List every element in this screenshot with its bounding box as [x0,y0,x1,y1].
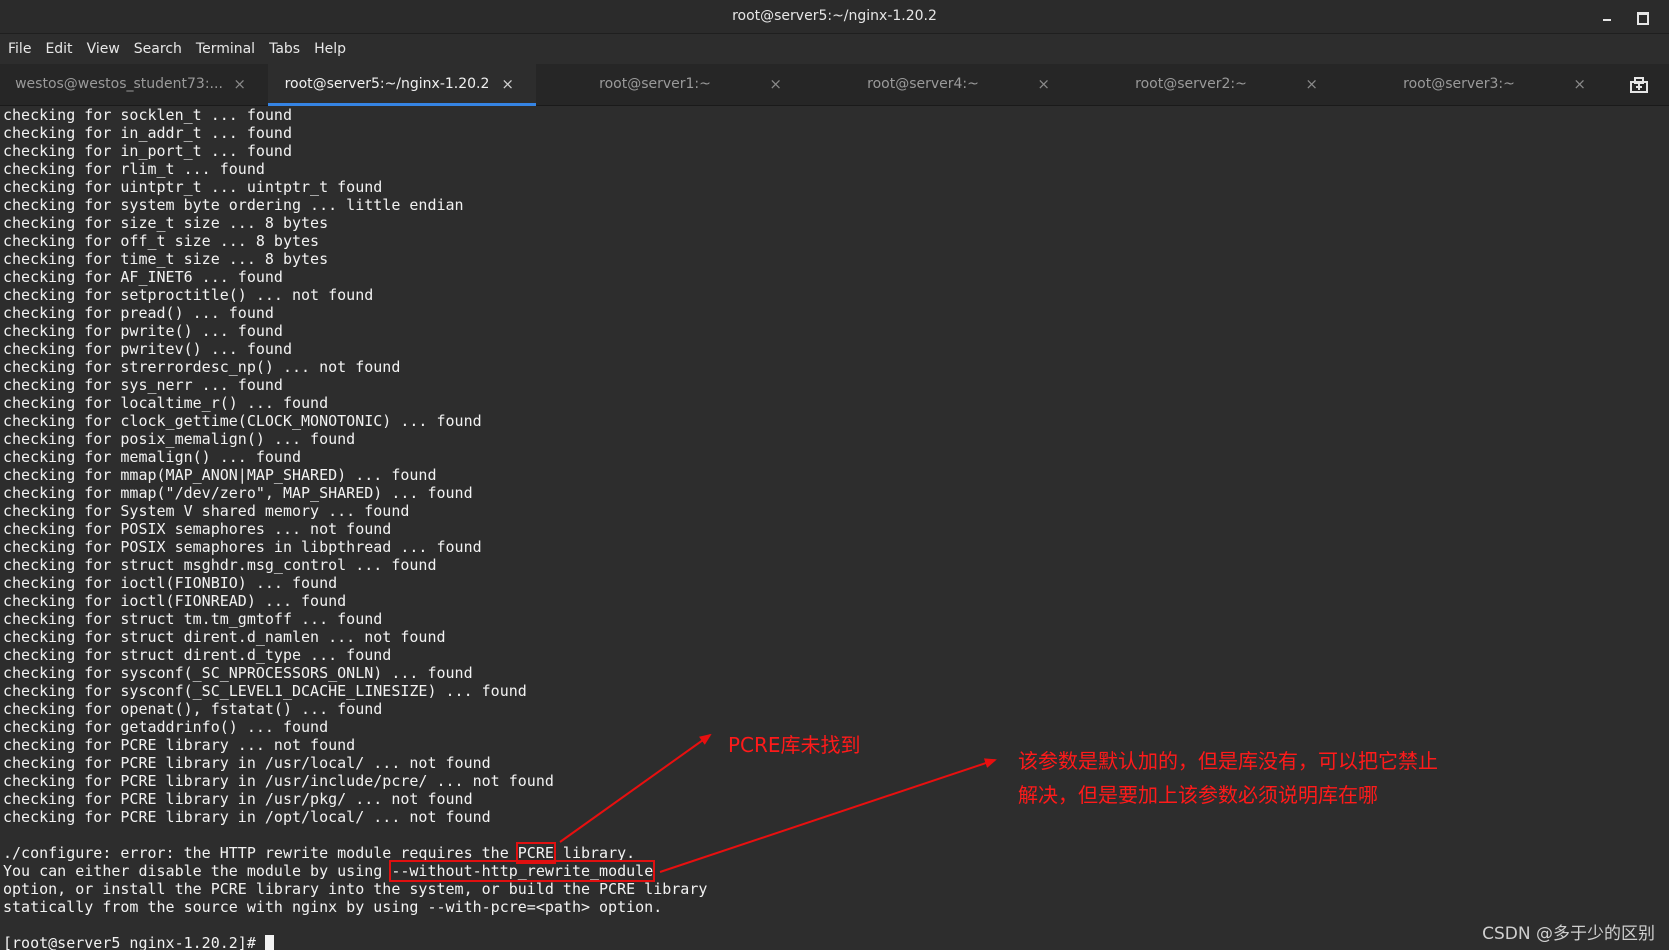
minimize-button[interactable] [1597,6,1619,28]
new-tab-button[interactable] [1609,64,1669,106]
tab-server2[interactable]: root@server2:~ × [1072,64,1340,106]
tab-bar: westos@westos_student73:... × root@serve… [0,64,1669,106]
menu-edit[interactable]: Edit [45,41,72,57]
close-icon[interactable]: × [769,75,782,93]
tab-label: westos@westos_student73:... [15,76,223,92]
tab-label: root@server4:~ [867,76,979,92]
terminal-line: checking for pread() ... found [3,304,274,322]
terminal-line: checking for PCRE library in /usr/pkg/ .… [3,790,473,808]
param-note-line1: 该参数是默认加的，但是库没有，可以把它禁止 [1018,749,1438,773]
terminal-line: checking for struct dirent.d_type ... fo… [3,646,392,664]
menu-file[interactable]: File [8,41,31,57]
terminal-line: checking for ioctl(FIONREAD) ... found [3,592,347,610]
terminal-line: checking for setproctitle() ... not foun… [3,286,374,304]
pcre-highlight: PCRE [515,842,556,864]
maximize-button[interactable] [1631,6,1653,28]
tab-label: root@server3:~ [1403,76,1515,92]
terminal-window: root@server5:~/nginx-1.20.2 File Edit Vi… [0,0,1669,950]
terminal-line: checking for off_t size ... 8 bytes [3,232,320,250]
terminal-line: checking for sysconf(_SC_NPROCESSORS_ONL… [3,664,473,682]
terminal-line: checking for pwritev() ... found [3,340,292,358]
watermark: CSDN @多于少的区别 [1482,924,1655,944]
terminal-line: checking for size_t size ... 8 bytes [3,214,329,232]
shell-prompt[interactable]: [root@server5 nginx-1.20.2]# [3,934,1669,950]
terminal-line: checking for sys_nerr ... found [3,376,283,394]
terminal-line: checking for openat(), fstatat() ... fou… [3,700,383,718]
close-icon[interactable]: × [233,75,246,93]
tab-label: root@server2:~ [1135,76,1247,92]
close-icon[interactable]: × [1037,75,1050,93]
tab-westos[interactable]: westos@westos_student73:... × [0,64,268,106]
title-bar: root@server5:~/nginx-1.20.2 [0,0,1669,34]
param-note-line2: 解决，但是要加上该参数必须说明库在哪 [1018,783,1378,807]
close-icon[interactable]: × [501,75,514,93]
terminal-line: checking for POSIX semaphores ... not fo… [3,520,392,538]
close-icon[interactable]: × [1305,75,1318,93]
terminal-line: checking for PCRE library in /opt/local/… [3,808,491,826]
menu-help[interactable]: Help [314,41,346,57]
terminal-line: checking for clock_gettime(CLOCK_MONOTON… [3,412,482,430]
terminal-line: checking for struct tm.tm_gmtoff ... fou… [3,610,383,628]
terminal-line: checking for socklen_t ... found [3,106,292,124]
terminal-line: checking for AF_INET6 ... found [3,268,283,286]
pcre-not-found-note: PCRE库未找到 [728,733,861,757]
tab-server4[interactable]: root@server4:~ × [804,64,1072,106]
terminal-line: checking for strerrordesc_np() ... not f… [3,358,401,376]
terminal-output[interactable]: checking for socklen_t ... found checking… [0,106,1669,950]
error-line: option, or install the PCRE library into… [3,880,708,898]
terminal-line: checking for struct msghdr.msg_control .… [3,556,437,574]
terminal-line: checking for system byte ordering ... li… [3,196,464,214]
terminal-line: checking for rlim_t ... found [3,160,265,178]
terminal-line: checking for sysconf(_SC_LEVEL1_DCACHE_L… [3,682,527,700]
terminal-line: checking for POSIX semaphores in libpthr… [3,538,482,556]
tab-server5[interactable]: root@server5:~/nginx-1.20.2 × [268,64,536,106]
window-title: root@server5:~/nginx-1.20.2 [732,8,937,24]
tab-server3[interactable]: root@server3:~ × [1340,64,1608,106]
error-line: You can either disable the module by usi… [3,860,656,882]
terminal-line: checking for posix_memalign() ... found [3,430,356,448]
error-line: ./configure: error: the HTTP rewrite mod… [3,842,636,864]
terminal-line: checking for in_addr_t ... found [3,124,292,142]
tab-label: root@server5:~/nginx-1.20.2 [284,76,490,92]
close-icon[interactable]: × [1573,75,1586,93]
terminal-line: checking for mmap(MAP_ANON|MAP_SHARED) .… [3,466,437,484]
terminal-line: checking for localtime_r() ... found [3,394,329,412]
without-rewrite-highlight: --without-http_rewrite_module [389,860,656,882]
menu-search[interactable]: Search [134,41,182,57]
error-line: statically from the source with nginx by… [3,898,663,916]
terminal-line: checking for mmap("/dev/zero", MAP_SHARE… [3,484,473,502]
terminal-line: checking for uintptr_t ... uintptr_t fou… [3,178,383,196]
menu-terminal[interactable]: Terminal [196,41,255,57]
terminal-line: checking for System V shared memory ... … [3,502,410,520]
terminal-line: checking for ioctl(FIONBIO) ... found [3,574,338,592]
tab-server1[interactable]: root@server1:~ × [536,64,804,106]
menu-bar: File Edit View Search Terminal Tabs Help [0,34,1669,64]
terminal-line: checking for time_t size ... 8 bytes [3,250,329,268]
tab-label: root@server1:~ [599,76,711,92]
new-tab-icon [1630,77,1648,93]
terminal-line: checking for pwrite() ... found [3,322,283,340]
menu-tabs[interactable]: Tabs [269,41,300,57]
terminal-line: checking for struct dirent.d_namlen ... … [3,628,446,646]
menu-view[interactable]: View [87,41,120,57]
terminal-line: checking for memalign() ... found [3,448,302,466]
terminal-line: checking for in_port_t ... found [3,142,292,160]
text-cursor [264,935,274,950]
